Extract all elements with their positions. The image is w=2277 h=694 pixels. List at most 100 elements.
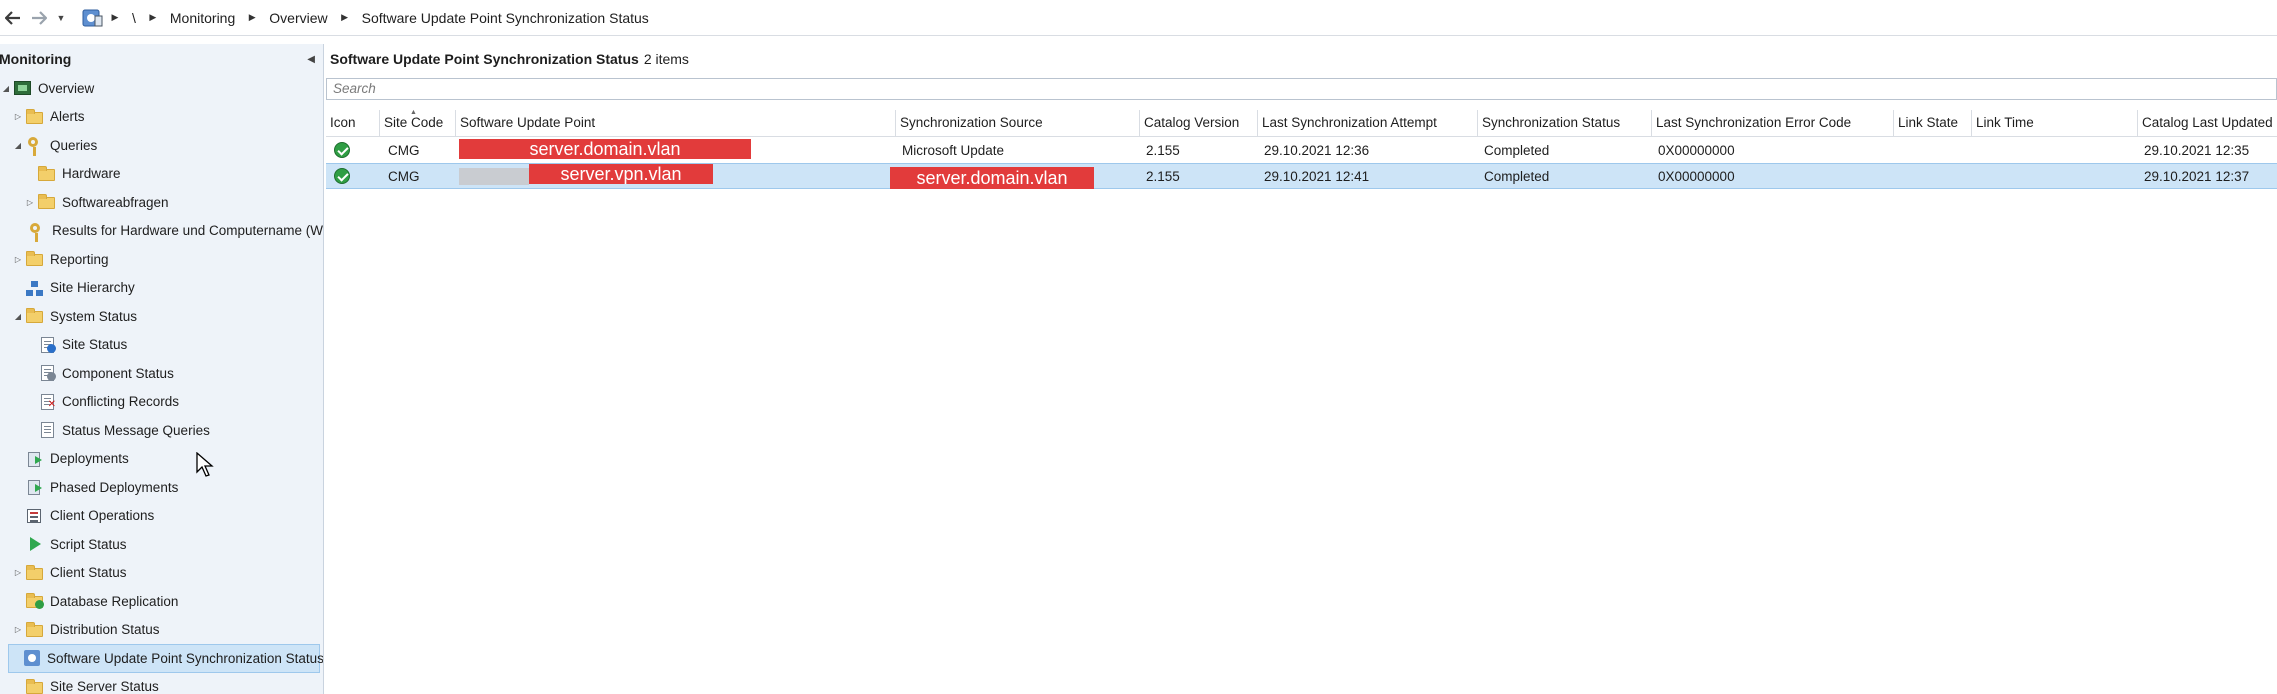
nav-item-site-status[interactable]: Site Status (0, 331, 323, 360)
nav-item-database-replication[interactable]: Database Replication (0, 587, 323, 616)
tree-expander-collapsed-icon[interactable]: ▷ (24, 198, 36, 207)
breadcrumb-separator[interactable]: ▶ (241, 12, 263, 23)
success-check-icon (334, 168, 350, 184)
tree-expander-expanded-icon[interactable]: ◢ (0, 84, 12, 93)
nav-item-label: Results for Hardware und Computername (W (52, 223, 323, 239)
cell-site-code: CMG (388, 142, 420, 158)
nav-item-label: Software Update Point Synchronization St… (47, 650, 324, 666)
component-status-icon (38, 365, 56, 382)
breadcrumb-separator[interactable]: ▶ (142, 12, 164, 23)
navigation-pane-title: Monitoring (0, 51, 72, 67)
redacted-server-name: server.domain.vlan (890, 167, 1094, 189)
tree-expander-expanded-icon[interactable]: ◢ (12, 312, 24, 321)
nav-item-status-message-queries[interactable]: Status Message Queries (0, 416, 323, 445)
sort-ascending-icon: ▲ (410, 109, 417, 116)
database-replication-icon (26, 593, 44, 610)
nav-item-softwareabfragen[interactable]: ▷ Softwareabfragen (0, 188, 323, 217)
nav-item-label: Queries (50, 137, 98, 153)
column-header-link-time[interactable]: Link Time (1972, 110, 2138, 136)
breadcrumb-separator[interactable]: ▶ (334, 12, 356, 23)
nav-item-label: Site Server Status (50, 679, 159, 694)
tree-expander-expanded-icon[interactable]: ◢ (12, 141, 24, 150)
breadcrumb-monitoring[interactable]: Monitoring (164, 10, 241, 26)
table-row-selected[interactable]: CMG server.vpn.vlan server.domain.vlan 2… (326, 163, 2277, 189)
search-input[interactable]: Search (326, 78, 2277, 100)
column-header-site-code[interactable]: Site Code ▲ (380, 109, 456, 136)
site-status-icon (38, 336, 56, 353)
nav-item-overview[interactable]: ◢ Overview (0, 74, 323, 103)
nav-item-deployments[interactable]: Deployments (0, 445, 323, 474)
nav-item-queries[interactable]: ◢ Queries (0, 131, 323, 160)
breadcrumb-separator[interactable]: ▶ (104, 12, 126, 23)
nav-item-label: Client Status (50, 565, 127, 581)
nav-item-hardware[interactable]: Hardware (0, 160, 323, 189)
collapse-pane-button[interactable]: ◀ (307, 54, 315, 65)
address-bar: ▼ ▶ \ ▶ Monitoring ▶ Overview ▶ Software… (0, 0, 2277, 36)
nav-item-label: Softwareabfragen (62, 194, 169, 210)
nav-item-label: Hardware (62, 166, 121, 182)
nav-item-label: Alerts (50, 109, 85, 125)
nav-item-component-status[interactable]: Component Status (0, 359, 323, 388)
column-header-software-update-point[interactable]: Software Update Point (456, 110, 896, 136)
nav-item-conflicting-records[interactable]: ✕ Conflicting Records (0, 388, 323, 417)
cell-sync-source: server.domain.vlan (890, 164, 1140, 189)
results-grid: Icon Site Code ▲ Software Update Point S… (326, 109, 2277, 189)
nav-item-system-status[interactable]: ◢ System Status (0, 302, 323, 331)
cell-last-error-code: 0X00000000 (1658, 168, 1735, 184)
cell-link-state (1894, 164, 1972, 188)
column-header-sync-source[interactable]: Synchronization Source (896, 110, 1140, 136)
tree-expander-collapsed-icon[interactable]: ▷ (12, 112, 24, 121)
forward-button[interactable] (26, 3, 52, 33)
grid-header: Icon Site Code ▲ Software Update Point S… (326, 109, 2277, 137)
folder-icon (26, 251, 44, 267)
nav-item-client-operations[interactable]: Client Operations (0, 502, 323, 531)
nav-item-script-status[interactable]: Script Status (0, 530, 323, 559)
nav-item-reporting[interactable]: ▷ Reporting (0, 245, 323, 274)
nav-item-phased-deployments[interactable]: Phased Deployments (0, 473, 323, 502)
console-home-icon[interactable] (82, 7, 104, 29)
nav-item-label: Database Replication (50, 593, 179, 609)
column-header-catalog-version[interactable]: Catalog Version (1140, 110, 1258, 136)
tree-expander-collapsed-icon[interactable]: ▷ (12, 255, 24, 264)
table-row[interactable]: CMG server.domain.vlan Microsoft Update … (326, 137, 2277, 163)
results-title: Software Update Point Synchronization St… (330, 51, 639, 67)
hierarchy-icon (26, 280, 44, 296)
cell-sync-status: Completed (1484, 142, 1550, 158)
nav-item-client-status[interactable]: ▷ Client Status (0, 559, 323, 588)
folder-icon (26, 564, 44, 581)
column-header-link-state[interactable]: Link State (1894, 110, 1972, 136)
nav-item-site-server-status[interactable]: Site Server Status (0, 673, 323, 694)
column-header-sync-status[interactable]: Synchronization Status (1478, 110, 1652, 136)
nav-item-label: Site Hierarchy (50, 280, 135, 296)
breadcrumb-current[interactable]: Software Update Point Synchronization St… (356, 10, 655, 26)
nav-item-label: Deployments (50, 451, 129, 467)
nav-item-label: Client Operations (50, 508, 155, 524)
history-dropdown-button[interactable]: ▼ (52, 13, 70, 23)
cell-last-error-code: 0X00000000 (1658, 142, 1735, 158)
nav-item-sup-sync-status[interactable]: Software Update Point Synchronization St… (8, 644, 323, 673)
column-header-last-sync-attempt[interactable]: Last Synchronization Attempt (1258, 110, 1478, 136)
folder-icon (26, 678, 44, 694)
breadcrumb-overview[interactable]: Overview (263, 10, 333, 26)
cell-link-state (1894, 137, 1972, 163)
cell-catalog-last-updated: 29.10.2021 12:37 (2144, 168, 2250, 184)
conflicting-records-icon: ✕ (38, 393, 56, 410)
column-header-last-error-code[interactable]: Last Synchronization Error Code (1652, 110, 1894, 136)
back-button[interactable] (0, 3, 26, 33)
nav-item-alerts[interactable]: ▷ Alerts (0, 103, 323, 132)
nav-item-site-hierarchy[interactable]: Site Hierarchy (0, 274, 323, 303)
cell-last-sync-attempt: 29.10.2021 12:36 (1264, 142, 1370, 158)
folder-icon (26, 621, 44, 638)
nav-item-distribution-status[interactable]: ▷ Distribution Status (0, 616, 323, 645)
column-header-label: Site Code (384, 115, 444, 130)
tree-expander-collapsed-icon[interactable]: ▷ (12, 568, 24, 577)
client-operations-icon (26, 508, 44, 524)
results-pane: Software Update Point Synchronization St… (326, 44, 2277, 694)
tree-expander-collapsed-icon[interactable]: ▷ (12, 625, 24, 634)
folder-icon (38, 194, 56, 210)
nav-item-results-hardware[interactable]: Results for Hardware und Computername (W (0, 217, 323, 246)
success-check-icon (334, 142, 350, 158)
column-header-icon[interactable]: Icon (326, 110, 380, 136)
breadcrumb-root[interactable]: \ (126, 10, 142, 26)
column-header-catalog-last-updated[interactable]: Catalog Last Updated (2138, 110, 2277, 136)
